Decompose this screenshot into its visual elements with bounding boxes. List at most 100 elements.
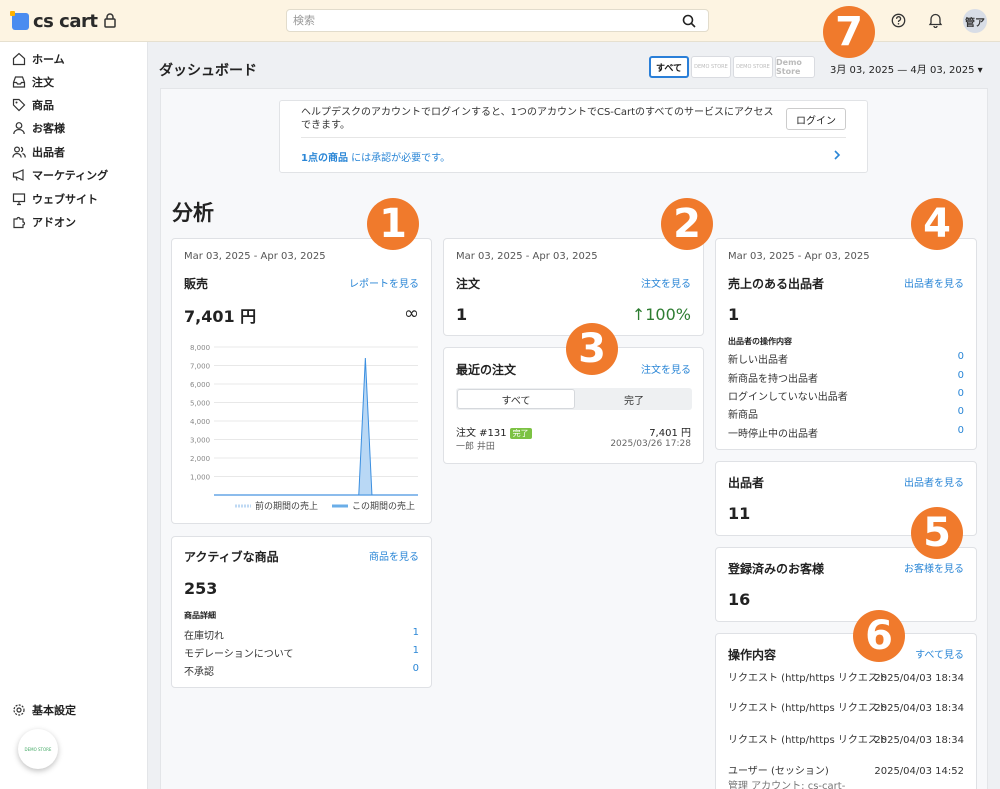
orders-card: Mar 03, 2025 - Apr 03, 2025 注文 注文を見る 1 ↑… xyxy=(443,238,704,336)
view-customers-link[interactable]: お客様を見る xyxy=(904,560,964,575)
gear-icon xyxy=(13,704,25,716)
sidebar-item-settings[interactable]: 基本設定 xyxy=(12,702,76,718)
card-title: 売上のある出品者 xyxy=(728,277,825,291)
chevron-right-icon[interactable] xyxy=(832,149,842,161)
card-title: アクティブな商品 xyxy=(184,550,279,564)
card-date: Mar 03, 2025 - Apr 03, 2025 xyxy=(456,251,598,262)
annotation-marker: 5 xyxy=(911,507,963,559)
order-row[interactable]: 注文 #131 完了 7,401 円 xyxy=(456,424,691,439)
card-title: 販売 xyxy=(184,277,209,291)
storefront-all-button[interactable]: すべて xyxy=(649,56,689,78)
view-orders-link[interactable]: 注文を見る xyxy=(641,275,691,290)
y-tick-label: 5,000 xyxy=(190,400,210,408)
activity-label: リクエスト (http/https リクエスト xyxy=(728,673,888,684)
storefront-bubble-label: DEMO STORE xyxy=(24,746,52,752)
lock-icon[interactable] xyxy=(103,13,117,28)
sidebar-item-vendors[interactable]: 出品者 xyxy=(12,143,65,161)
annotation-marker: 3 xyxy=(566,323,618,375)
order-filter-tabs: すべて 完了 xyxy=(456,388,692,410)
date-range-picker[interactable]: 3月 03, 2025 — 4月 03, 2025 ▾ xyxy=(830,61,983,76)
row-value[interactable]: 0 xyxy=(958,351,964,366)
list-item: 一時停止中の出品者 0 xyxy=(728,425,964,440)
annotation-marker: 2 xyxy=(661,198,713,250)
sidebar-item-label: ウェブサイト xyxy=(32,193,98,206)
list-item: ログインしていない出品者 0 xyxy=(728,388,964,403)
row-label: 新商品を持つ出品者 xyxy=(728,374,818,385)
activity-card: 操作内容 すべて見る リクエスト (http/https リクエスト 2025/0… xyxy=(715,633,977,789)
storefront-button[interactable]: DEMO STORE xyxy=(691,56,731,78)
puzzle-icon xyxy=(13,216,26,229)
avatar[interactable]: 管ア xyxy=(963,9,987,33)
view-report-link[interactable]: レポートを見る xyxy=(349,275,419,290)
legend-label: 前の期間の売上 xyxy=(255,500,318,512)
sidebar-item-home[interactable]: ホーム xyxy=(12,50,65,68)
home-icon xyxy=(12,52,26,66)
legend-label: この期間の売上 xyxy=(352,500,415,512)
row-value[interactable]: 0 xyxy=(958,370,964,385)
order-id[interactable]: 注文 #131 xyxy=(456,428,507,439)
storefront-button[interactable]: DEMO STORE xyxy=(733,56,773,78)
row-value[interactable]: 1 xyxy=(413,627,419,642)
megaphone-icon xyxy=(12,169,24,181)
sidebar-item-website[interactable]: ウェブサイト xyxy=(12,190,98,208)
list-item: リクエスト (http/https リクエスト 2025/04/03 18:34 xyxy=(728,734,964,747)
activity-time: 2025/04/03 18:34 xyxy=(874,703,964,714)
search-icon[interactable] xyxy=(682,14,696,28)
sidebar-item-label: お客様 xyxy=(32,122,65,135)
list-item: ユーザー (セッション) 2025/04/03 14:52 xyxy=(728,765,964,778)
list-item: リクエスト (http/https リクエスト 2025/04/03 18:34 xyxy=(728,702,964,715)
order-date: 2025/03/26 17:28 xyxy=(610,439,691,449)
row-value[interactable]: 0 xyxy=(413,663,419,678)
view-products-link[interactable]: 商品を見る xyxy=(369,548,419,563)
approval-link[interactable]: 1点の商品 には承認が必要です。 xyxy=(301,149,450,164)
sales-card: Mar 03, 2025 - Apr 03, 2025 販売 レポートを見る 7… xyxy=(171,238,432,524)
sidebar-item-label: 商品 xyxy=(32,99,54,112)
row-value[interactable]: 0 xyxy=(958,406,964,421)
storefront-button[interactable]: Demo Store xyxy=(775,56,815,78)
annotation-marker: 7 xyxy=(823,6,875,58)
row-value[interactable]: 0 xyxy=(958,388,964,403)
customer-name: 一郎 井田 xyxy=(456,442,495,452)
annotation-marker: 1 xyxy=(367,198,419,250)
tab-completed[interactable]: 完了 xyxy=(576,388,692,410)
activity-label: リクエスト (http/https リクエスト xyxy=(728,703,888,714)
users-icon xyxy=(12,146,26,158)
activity-sub: 管理 アカウント: cs-cart- xyxy=(728,781,846,789)
sidebar-item-orders[interactable]: 注文 xyxy=(12,73,54,91)
tab-all[interactable]: すべて xyxy=(457,389,575,409)
list-item: モデレーションについて 1 xyxy=(184,645,419,660)
row-value[interactable]: 1 xyxy=(413,645,419,660)
active-products-card: アクティブな商品 商品を見る 253 商品詳細 在庫切れ 1 モデレーションについ… xyxy=(171,536,432,688)
approval-link-bold: 1点の商品 xyxy=(301,153,348,164)
view-vendors-link[interactable]: 出品者を見る xyxy=(904,474,964,489)
view-all-link[interactable]: すべて見る xyxy=(915,646,964,661)
sidebar-item-marketing[interactable]: マーケティング xyxy=(12,166,108,184)
sidebar-item-products[interactable]: 商品 xyxy=(12,96,54,114)
sidebar-item-addons[interactable]: アドオン xyxy=(12,213,76,231)
list-item: 新商品 0 xyxy=(728,406,964,421)
help-icon[interactable] xyxy=(891,13,906,28)
page-title: ダッシュボード xyxy=(159,63,257,79)
logo[interactable]: cs cart xyxy=(10,11,98,32)
view-vendors-link[interactable]: 出品者を見る xyxy=(904,275,964,290)
row-value[interactable]: 0 xyxy=(958,425,964,440)
divider xyxy=(301,137,846,138)
sidebar-item-customers[interactable]: お客様 xyxy=(12,119,65,137)
approval-link-text: には承認が必要です。 xyxy=(347,153,451,164)
sales-change: ∞ xyxy=(404,303,419,324)
y-tick-label: 4,000 xyxy=(190,418,210,426)
monitor-icon xyxy=(12,193,26,206)
y-tick-label: 7,000 xyxy=(190,363,210,371)
bell-icon[interactable] xyxy=(928,12,943,28)
storefront-bubble[interactable]: DEMO STORE xyxy=(18,729,58,769)
sidebar-item-label: アドオン xyxy=(32,216,76,229)
sidebar-item-label: 注文 xyxy=(32,76,54,89)
login-button[interactable]: ログイン xyxy=(786,108,846,130)
activity-label: ユーザー (セッション) xyxy=(728,766,829,777)
user-icon xyxy=(13,122,25,135)
sales-chart: 1,000 2,000 3,000 4,000 5,000 6,000 7,000 8,000… xyxy=(190,344,418,512)
view-orders-link[interactable]: 注文を見る xyxy=(641,361,691,376)
sidebar: ホーム 注文 商品 お客様 出品者 マーケティング ウェブサイト アドオン 基本… xyxy=(0,42,148,789)
search-input[interactable] xyxy=(287,10,667,31)
y-tick-label: 2,000 xyxy=(190,455,210,463)
